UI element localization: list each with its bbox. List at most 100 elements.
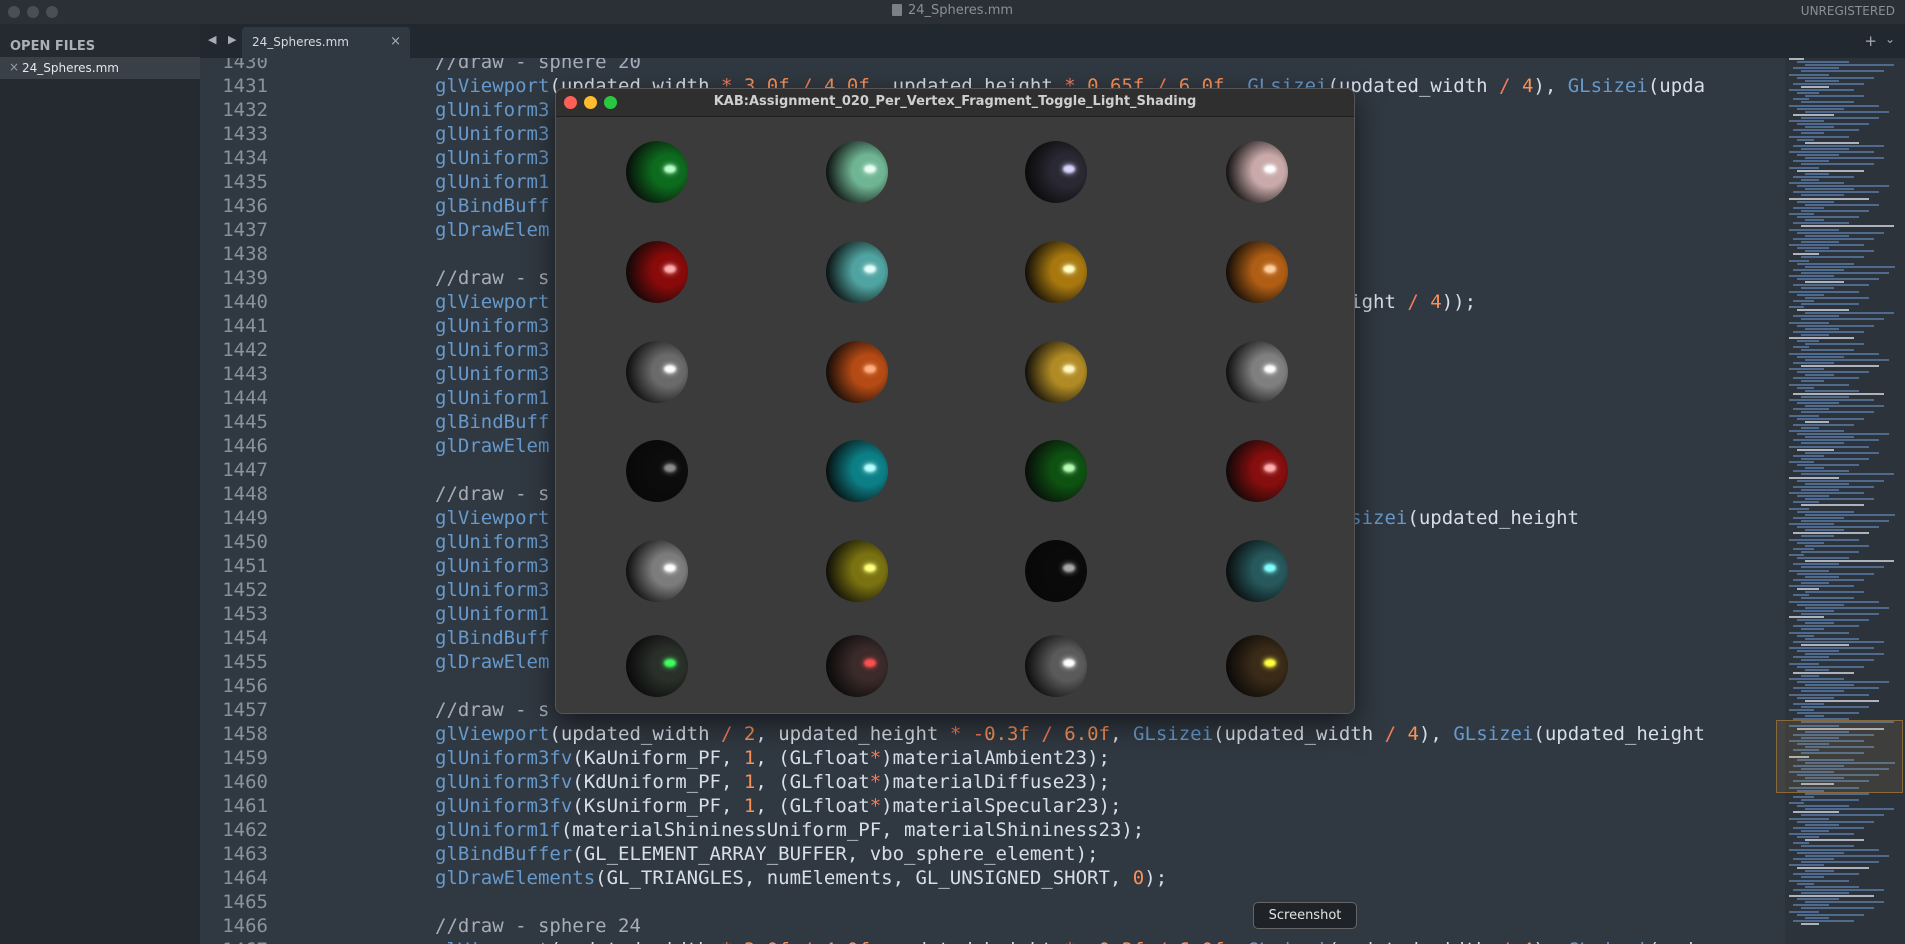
code-line[interactable]: glUniform3	[435, 578, 549, 602]
code-line[interactable]: glUniform3	[435, 530, 549, 554]
minimap-line	[1805, 513, 1895, 516]
minimap-line	[1797, 309, 1849, 312]
code-line[interactable]: glUniform3	[435, 362, 549, 386]
code-line[interactable]: //draw - sphere 24	[435, 914, 641, 938]
minimap-line	[1805, 668, 1829, 671]
minimap-line	[1793, 826, 1864, 829]
minimap-line	[1797, 371, 1869, 374]
code-line[interactable]: glDrawElements(GL_TRIANGLES, numElements…	[435, 866, 1167, 890]
tab-close-icon[interactable]: ×	[390, 34, 401, 49]
code-line[interactable]: glViewport(updated_width * 3.0f / 4.0f, …	[435, 938, 1705, 944]
sidebar-item-file[interactable]: × 24_Spheres.mm	[0, 57, 200, 79]
minimap-line	[1805, 529, 1844, 532]
minimap-line	[1801, 643, 1849, 646]
line-number: 1441	[222, 315, 268, 337]
code-line[interactable]: glBindBuff	[435, 410, 549, 434]
minimap-line	[1805, 839, 1864, 842]
code-line[interactable]: //draw - sphere 20	[435, 58, 641, 74]
code-line[interactable]: glUniform3	[435, 146, 549, 170]
sphere-copper	[826, 341, 888, 403]
minimap-line	[1793, 206, 1824, 209]
line-number: 1437	[222, 219, 268, 241]
new-tab-icon[interactable]: +	[1864, 32, 1877, 50]
minimap-line	[1797, 169, 1864, 172]
minimap-line	[1805, 498, 1874, 501]
specular-highlight	[664, 564, 676, 572]
code-line[interactable]: glUniform1	[435, 602, 549, 626]
code-line[interactable]: glBindBuffer(GL_ELEMENT_ARRAY_BUFFER, vb…	[435, 842, 1098, 866]
line-number: 1453	[222, 603, 268, 625]
code-line[interactable]: glUniform3fv(KaUniform_PF, 1, (GLfloat*)…	[435, 746, 1110, 770]
code-line[interactable]: glUniform1	[435, 170, 549, 194]
minimap-line	[1801, 659, 1874, 662]
minimap-line	[1801, 845, 1854, 848]
minimap-line	[1805, 885, 1859, 888]
specular-highlight	[1264, 464, 1276, 472]
code-line[interactable]: glUniform3fv(KdUniform_PF, 1, (GLfloat*)…	[435, 770, 1110, 794]
minimap-line	[1797, 805, 1849, 808]
minimap-line	[1801, 550, 1859, 553]
minimap-line	[1805, 544, 1869, 547]
minimap-line	[1797, 76, 1874, 79]
code-line[interactable]: glDrawElem	[435, 650, 549, 674]
minimap-line	[1801, 922, 1819, 925]
opengl-window[interactable]: KAB:Assignment_020_Per_Vertex_Fragment_T…	[555, 88, 1355, 714]
tab-label: 24_Spheres.mm	[252, 35, 349, 49]
tab-menu-icon[interactable]: ⌄	[1885, 32, 1895, 46]
code-line[interactable]: glUniform1	[435, 386, 549, 410]
minimap-line	[1793, 191, 1879, 194]
minimap-line	[1793, 594, 1809, 597]
code-line[interactable]: glUniform3	[435, 314, 549, 338]
minimap-line	[1793, 408, 1829, 411]
minimap-line	[1801, 209, 1869, 212]
code-line[interactable]: glDrawElem	[435, 218, 549, 242]
tab-24-spheres[interactable]: 24_Spheres.mm ×	[242, 27, 410, 58]
minimap[interactable]	[1785, 58, 1905, 944]
minimap-line	[1789, 833, 1854, 835]
minimap-line	[1797, 650, 1839, 653]
minimap-line	[1789, 709, 1814, 711]
minimap-line	[1789, 275, 1834, 277]
minimap-line	[1805, 684, 1854, 687]
code-line[interactable]: glUniform1f(materialShininessUniform_PF,…	[435, 818, 1144, 842]
line-number: 1434	[222, 147, 268, 169]
code-line[interactable]: glUniform3	[435, 122, 549, 146]
minimap-line	[1805, 296, 1869, 299]
minimap-line	[1793, 532, 1869, 535]
minimap-viewport[interactable]	[1776, 720, 1903, 793]
code-line[interactable]: glUniform3	[435, 338, 549, 362]
tab-nav-arrows[interactable]: ◀ ▶	[208, 33, 240, 46]
specular-highlight	[1063, 564, 1075, 572]
code-line[interactable]: glUniform3	[435, 554, 549, 578]
minimap-line	[1793, 904, 1829, 907]
code-line[interactable]: glBindBuff	[435, 194, 549, 218]
opengl-window-titlebar[interactable]: KAB:Assignment_020_Per_Vertex_Fragment_T…	[556, 89, 1354, 117]
minimap-line	[1805, 901, 1884, 904]
sidebar-item-label: 24_Spheres.mm	[22, 61, 119, 75]
sidebar: OPEN FILES × 24_Spheres.mm	[0, 24, 200, 944]
minimap-line	[1805, 327, 1839, 330]
minimap-line	[1797, 386, 1814, 389]
code-line[interactable]: glDrawElem	[435, 434, 549, 458]
minimap-line	[1801, 178, 1819, 181]
code-line[interactable]: glUniform3	[435, 98, 549, 122]
code-line[interactable]: //draw - s	[435, 698, 549, 722]
minimap-line	[1801, 628, 1824, 631]
close-file-icon[interactable]: ×	[9, 60, 19, 74]
minimap-line	[1797, 836, 1819, 839]
code-line[interactable]: glBindBuff	[435, 626, 549, 650]
minimap-line	[1793, 113, 1834, 116]
render-canvas[interactable]	[556, 117, 1354, 713]
minimap-line	[1789, 848, 1879, 851]
minimap-line	[1801, 907, 1874, 910]
minimap-line	[1789, 399, 1874, 401]
minimap-line	[1793, 640, 1884, 643]
code-line[interactable]: glViewport(updated_width / 2, updated_he…	[435, 722, 1705, 746]
code-line[interactable]: glUniform3fv(KsUniform_PF, 1, (GLfloat*)…	[435, 794, 1121, 818]
code-line[interactable]: //draw - s	[435, 482, 549, 506]
minimap-line	[1801, 395, 1849, 398]
minimap-line	[1789, 538, 1859, 541]
minimap-line	[1797, 231, 1884, 234]
code-line[interactable]: //draw - s	[435, 266, 549, 290]
minimap-line	[1793, 175, 1854, 178]
